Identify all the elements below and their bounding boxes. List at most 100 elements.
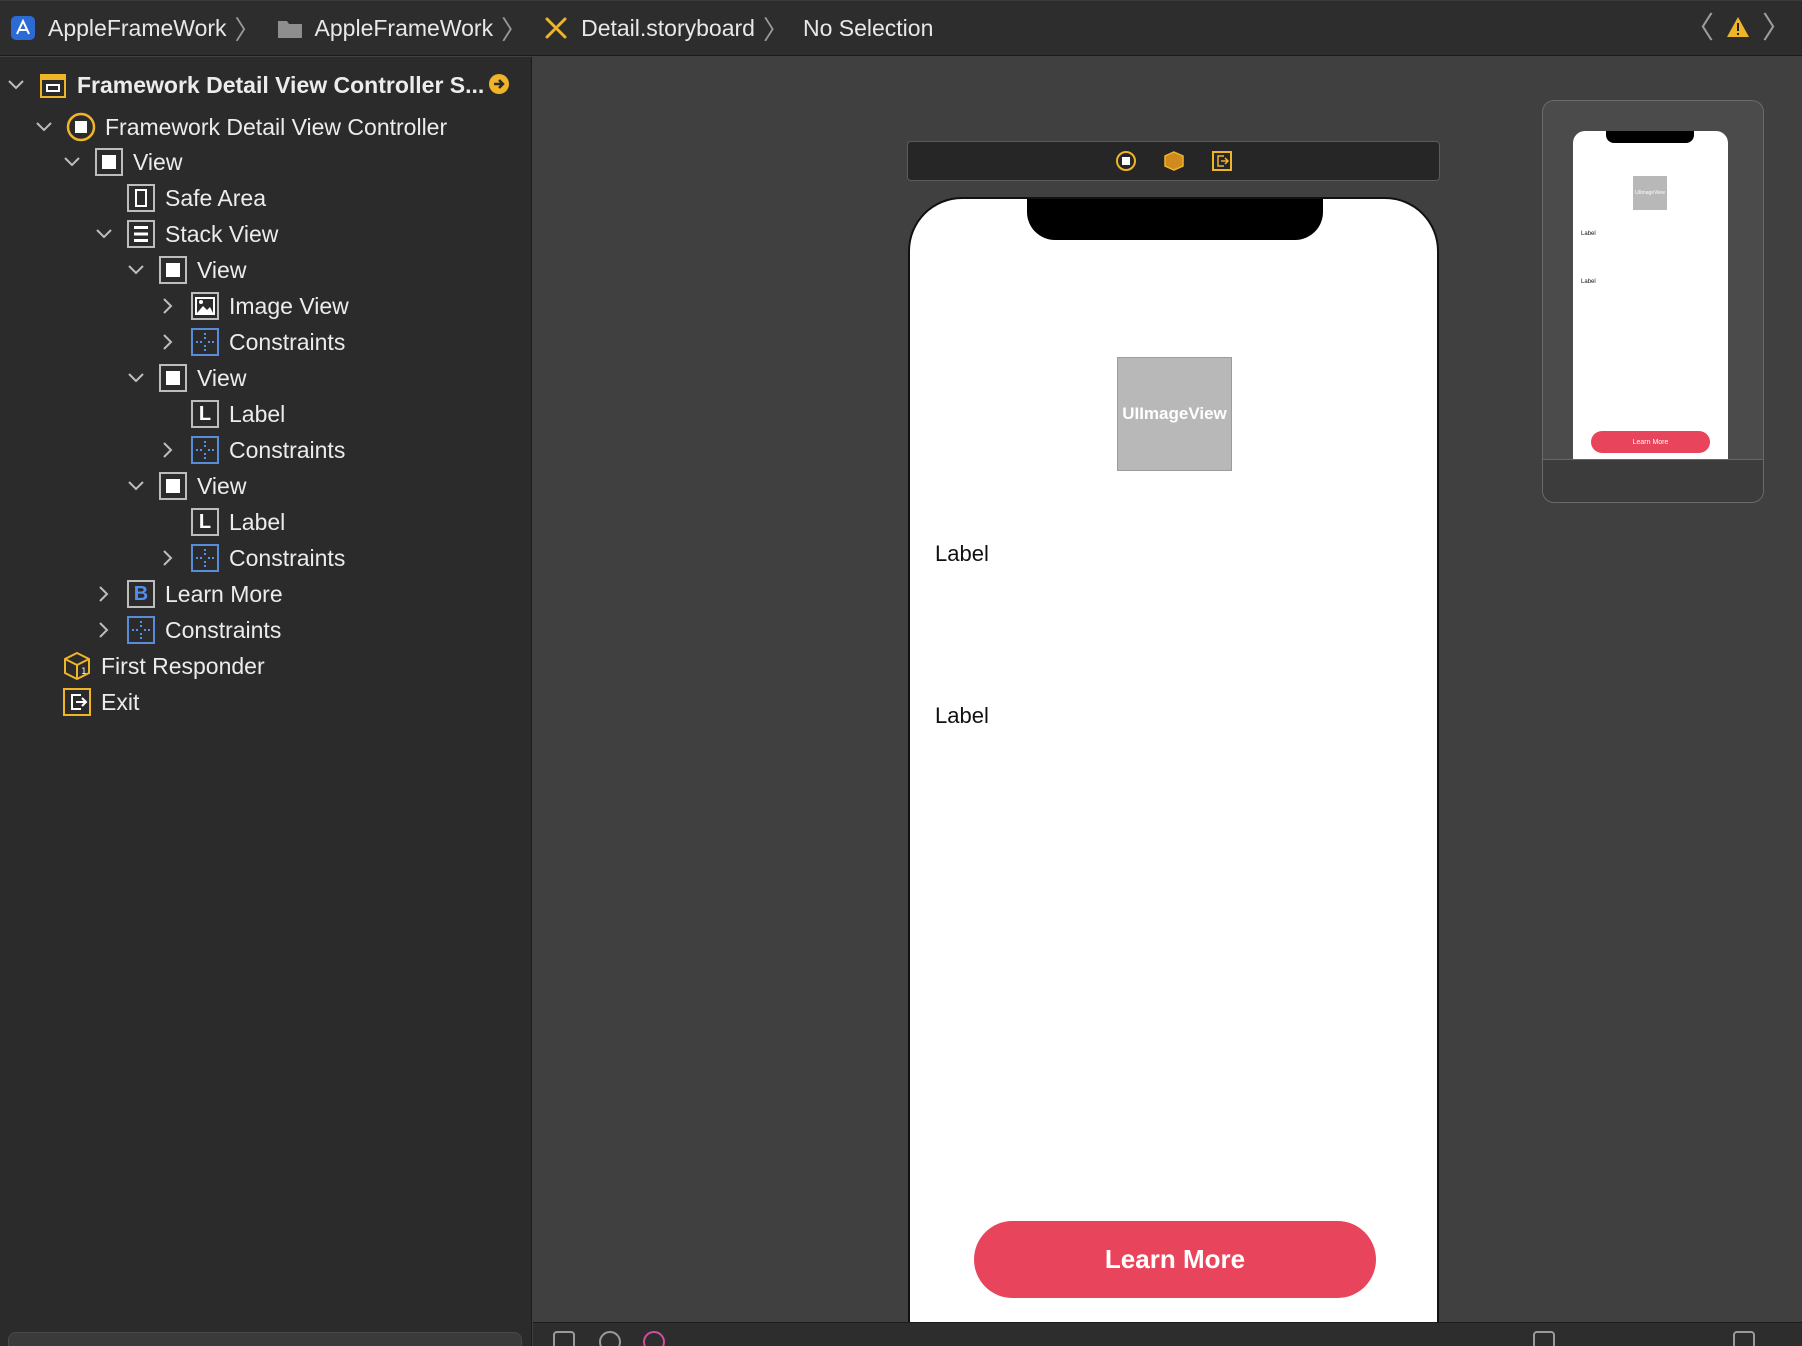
breadcrumb-folder[interactable]: AppleFrameWork 〉 — [275, 0, 538, 56]
outline-row-label[interactable]: L Label — [156, 396, 285, 432]
breadcrumb-storyboard[interactable]: Detail.storyboard 〉 — [541, 0, 799, 56]
view-icon — [158, 471, 188, 501]
canvas-minimap[interactable]: UIImageView Label Label Learn More — [1542, 100, 1764, 503]
outline-row-constraints[interactable]: Constraints — [156, 324, 345, 360]
view-controller-icon[interactable] — [1115, 150, 1137, 172]
scene-arrow-icon[interactable] — [488, 73, 510, 100]
outline-row-sub-view[interactable]: View — [124, 252, 246, 288]
chevron-down-icon[interactable] — [124, 366, 148, 390]
outline-label: Exit — [101, 688, 140, 715]
outline-row-button[interactable]: B Learn More — [92, 576, 283, 612]
exit-icon[interactable] — [1211, 150, 1233, 172]
chevron-down-icon[interactable] — [4, 73, 28, 97]
outline-row-stack-view[interactable]: Stack View — [92, 216, 278, 252]
outline-row-view[interactable]: View — [60, 144, 182, 180]
minimap-footer — [1543, 459, 1763, 502]
chevron-right-icon[interactable] — [92, 618, 116, 642]
label-icon: L — [190, 507, 220, 537]
chevron-right-icon[interactable]: 〉 — [1762, 14, 1792, 44]
iphone-scene[interactable]: UIImageView Label Label Learn More — [908, 197, 1439, 1332]
view-icon — [94, 147, 124, 177]
view-icon — [158, 363, 188, 393]
outline-label: Constraints — [229, 544, 346, 571]
chevron-down-icon[interactable] — [32, 115, 56, 139]
breadcrumb-project[interactable]: AppleFrameWork 〉 — [8, 0, 271, 56]
label-top[interactable]: Label — [935, 541, 989, 567]
breadcrumb-label: Detail.storyboard — [581, 14, 755, 41]
outline-row-image-view[interactable]: Image View — [156, 288, 349, 324]
outline-row-constraints[interactable]: Constraints — [156, 432, 345, 468]
outline-row-constraints[interactable]: Constraints — [156, 540, 345, 576]
scene-dock — [907, 141, 1440, 181]
chevron-right-icon[interactable] — [156, 330, 180, 354]
chevron-right-icon[interactable] — [156, 294, 180, 318]
constraints-icon — [190, 435, 220, 465]
chevron-left-icon[interactable]: 〈 — [1684, 14, 1714, 44]
warning-icon[interactable] — [1726, 16, 1750, 43]
chevron-right-icon: 〉 — [762, 14, 789, 45]
label-bottom[interactable]: Label — [935, 703, 989, 729]
outline-label: View — [197, 364, 247, 391]
exit-icon — [62, 687, 92, 717]
learn-more-button[interactable]: Learn More — [974, 1221, 1376, 1298]
device-icon[interactable] — [599, 1331, 621, 1346]
chevron-right-icon: 〉 — [501, 14, 528, 45]
chevron-down-icon[interactable] — [124, 258, 148, 282]
outline-row-exit[interactable]: Exit — [28, 684, 139, 720]
stack-view-icon — [126, 219, 156, 249]
folder-icon — [275, 13, 305, 43]
outline-row-label[interactable]: L Label — [156, 504, 285, 540]
outline-label: Stack View — [165, 220, 279, 247]
chevron-right-icon[interactable] — [92, 582, 116, 606]
view-controller-icon — [66, 112, 96, 142]
jump-bar-controls: 〈 〉 — [1684, 1, 1792, 57]
outline-label: Constraints — [229, 436, 346, 463]
chevron-right-icon: 〉 — [234, 14, 261, 45]
constraints-icon — [190, 327, 220, 357]
outline-row-sub-view[interactable]: View — [124, 360, 246, 396]
scene-icon — [38, 70, 68, 100]
outline-row-sub-view[interactable]: View — [124, 468, 246, 504]
breadcrumb-label: No Selection — [802, 14, 934, 41]
outline-label: Framework Detail View Controller — [105, 113, 448, 140]
layout-icon[interactable] — [1733, 1331, 1755, 1346]
outline-row-first-responder[interactable]: 1 First Responder — [28, 648, 265, 684]
outline-label: View — [133, 148, 183, 175]
outline-label: Image View — [229, 292, 349, 319]
xcode-project-icon — [8, 13, 38, 43]
chevron-down-icon[interactable] — [92, 222, 116, 246]
outline-label: Constraints — [165, 616, 282, 643]
outline-filter-field[interactable] — [8, 1332, 522, 1346]
outline-label: Safe Area — [165, 184, 267, 211]
minimap-label-bottom: Label — [1581, 279, 1596, 285]
outline-row-safe-area[interactable]: Safe Area — [92, 180, 266, 216]
outline-row-controller[interactable]: Framework Detail View Controller — [32, 109, 447, 145]
image-view-icon — [190, 291, 220, 321]
minimap-scene: UIImageView Label Label Learn More — [1573, 131, 1728, 466]
first-responder-icon[interactable] — [1163, 150, 1185, 172]
minimap-notch — [1606, 131, 1694, 143]
zoom-out-icon[interactable] — [1533, 1331, 1555, 1346]
outline-label: Framework Detail View Controller S... — [77, 71, 485, 98]
safe-area-icon — [126, 183, 156, 213]
appearance-icon[interactable] — [643, 1331, 665, 1346]
outline-label: Learn More — [165, 580, 283, 607]
canvas-bottom-toolbar — [533, 1322, 1802, 1346]
constraints-icon — [126, 615, 156, 645]
chevron-right-icon[interactable] — [156, 546, 180, 570]
chevron-right-icon[interactable] — [156, 438, 180, 462]
sidebar-toggle-icon[interactable] — [553, 1331, 575, 1346]
breadcrumb-selection[interactable]: No Selection — [803, 0, 933, 56]
outline-label: View — [197, 256, 247, 283]
outline-label: Label — [229, 400, 286, 427]
button-icon: B — [126, 579, 156, 609]
constraints-icon — [190, 543, 220, 573]
view-icon — [158, 255, 188, 285]
image-view-placeholder[interactable]: UIImageView — [1117, 357, 1232, 471]
outline-label: Constraints — [229, 328, 346, 355]
breadcrumb-label: AppleFrameWork — [314, 14, 494, 41]
outline-row-constraints[interactable]: Constraints — [92, 612, 281, 648]
chevron-down-icon[interactable] — [60, 150, 84, 174]
outline-row-scene[interactable]: Framework Detail View Controller S... — [4, 67, 484, 103]
chevron-down-icon[interactable] — [124, 474, 148, 498]
